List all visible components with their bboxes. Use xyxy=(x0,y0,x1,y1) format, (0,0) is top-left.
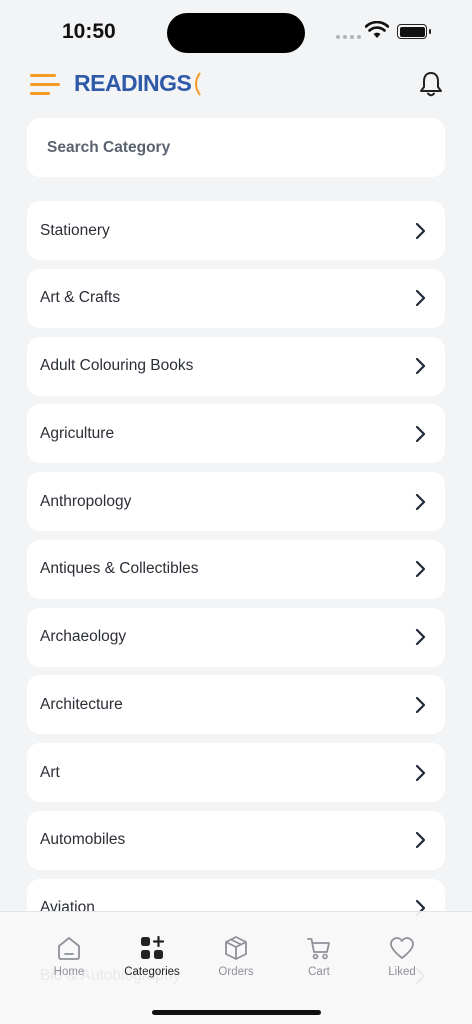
category-row[interactable]: Architecture xyxy=(27,675,445,735)
tab-categories[interactable]: Categories xyxy=(110,934,194,978)
category-row[interactable]: Adult Colouring Books xyxy=(27,336,445,396)
tab-home[interactable]: Home xyxy=(27,934,111,978)
category-row[interactable]: Automobiles xyxy=(27,810,445,870)
chevron-right-icon xyxy=(415,493,426,510)
logo-swoosh-icon xyxy=(195,71,202,96)
notification-bell-icon[interactable] xyxy=(418,70,444,98)
category-label: Automobiles xyxy=(40,831,126,849)
tab-label-liked: Liked xyxy=(388,966,416,978)
category-label: Architecture xyxy=(40,695,123,713)
search-box[interactable] xyxy=(27,118,445,177)
tab-liked[interactable]: Liked xyxy=(360,934,444,978)
chevron-right-icon xyxy=(415,696,426,713)
bottom-tab-bar: Home Categories Orders Cart Liked xyxy=(0,911,472,1024)
home-icon xyxy=(58,937,80,960)
package-icon xyxy=(225,936,247,960)
app-header: READINGS xyxy=(0,64,472,104)
logo-text: READINGS xyxy=(74,70,192,96)
category-label: Art xyxy=(40,763,60,781)
cart-icon xyxy=(307,938,330,960)
category-row[interactable]: Stationery xyxy=(27,201,445,260)
category-row[interactable]: Archaeology xyxy=(27,607,445,667)
chevron-right-icon xyxy=(415,832,426,849)
category-label: Agriculture xyxy=(40,424,115,442)
chevron-right-icon xyxy=(415,764,426,781)
category-label: Art & Crafts xyxy=(40,289,121,307)
category-label: Anthropology xyxy=(40,492,132,510)
category-label: Archaeology xyxy=(40,628,127,645)
chevron-right-icon xyxy=(415,222,426,239)
category-label: Antiques & Collectibles xyxy=(40,560,199,578)
heart-icon xyxy=(390,937,414,959)
chevron-right-icon xyxy=(415,357,426,375)
cellular-signal-icon xyxy=(336,35,361,39)
tab-label-home: Home xyxy=(53,966,85,978)
category-row[interactable]: Art & Crafts xyxy=(27,268,445,328)
tab-label-orders: Orders xyxy=(218,966,254,978)
category-label: Stationery xyxy=(40,221,110,239)
tab-orders[interactable]: Orders xyxy=(194,934,278,978)
chevron-right-icon xyxy=(415,561,426,578)
tab-label-cart: Cart xyxy=(308,966,330,978)
menu-icon[interactable] xyxy=(30,74,60,96)
chevron-right-icon xyxy=(415,628,426,646)
category-row[interactable]: Antiques & Collectibles xyxy=(27,539,445,599)
chevron-right-icon xyxy=(415,290,426,307)
category-row[interactable]: Agriculture xyxy=(27,404,445,464)
categories-icon xyxy=(141,935,165,959)
dynamic-island xyxy=(167,13,305,53)
category-label: Adult Colouring Books xyxy=(40,357,194,374)
tab-label-categories: Categories xyxy=(124,966,180,978)
battery-icon xyxy=(397,24,427,39)
category-row[interactable]: Anthropology xyxy=(27,472,445,531)
category-row[interactable]: Art xyxy=(27,743,445,802)
app-logo: READINGS xyxy=(74,70,202,97)
search-category-input[interactable] xyxy=(47,138,407,157)
chevron-right-icon xyxy=(415,425,426,442)
status-time: 10:50 xyxy=(62,20,116,43)
tab-cart[interactable]: Cart xyxy=(277,934,361,978)
wifi-icon xyxy=(365,21,389,38)
battery-tip xyxy=(429,29,431,34)
status-bar: 10:50 xyxy=(0,0,472,62)
home-indicator xyxy=(152,1010,321,1015)
